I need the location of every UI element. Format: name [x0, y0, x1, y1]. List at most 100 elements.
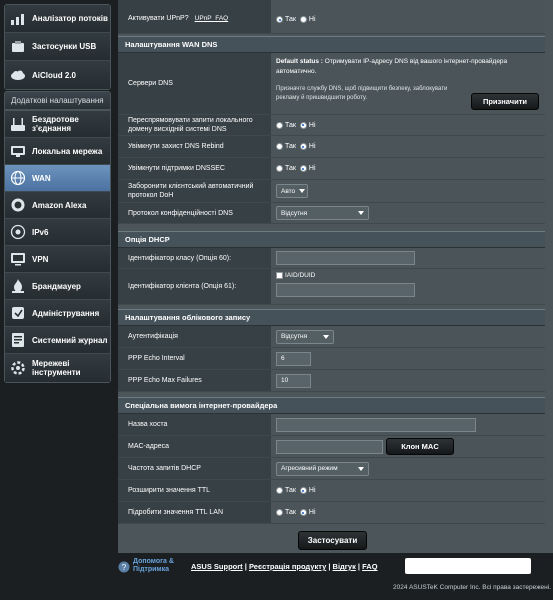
sidebar-item-wan[interactable]: WAN: [5, 165, 110, 192]
dns-servers-row: Сервери DNS Default status : Отримувати …: [118, 53, 545, 115]
sidebar-item-usb-apps[interactable]: Застосунки USB: [5, 33, 110, 61]
dnssec-yes-radio[interactable]: Так: [276, 165, 296, 172]
dns-default-status: Default status : Отримувати IP-адресу DN…: [276, 58, 508, 75]
spoof-ttl-label: Підробити значення TTL LAN: [118, 502, 271, 523]
iaid-duid-checkbox[interactable]: IAID/DUID: [276, 272, 545, 279]
sidebar-item-network-tools[interactable]: Мережеві інструменти: [5, 354, 110, 382]
sidebar-item-traffic-analyzer[interactable]: Аналізатор потоків: [5, 5, 110, 33]
footer: ? Допомога & Підтримка ASUS Support | Ре…: [118, 553, 553, 600]
spoof-ttl-yes-radio[interactable]: Так: [276, 509, 296, 516]
extend-ttl-no-radio[interactable]: Ні: [299, 487, 316, 494]
account-settings-title: Налаштування облікового запису: [118, 309, 545, 326]
doh-select[interactable]: Авто: [276, 184, 308, 198]
isp-title: Спеціальна вимога інтернет-провайдера: [118, 397, 545, 414]
sidebar-item-syslog[interactable]: Системний журнал: [5, 327, 110, 354]
asus-support-link[interactable]: ASUS Support: [191, 562, 243, 571]
sidebar-item-label: Мережеві інструменти: [32, 359, 81, 377]
sidebar-item-lan[interactable]: Локальна мережа: [5, 138, 110, 165]
sidebar-item-alexa[interactable]: Amazon Alexa: [5, 192, 110, 219]
sidebar-item-label: WAN: [32, 173, 51, 183]
client-id-label: Ідентифікатор клієнта (Опція 61):: [118, 269, 271, 304]
account-settings-section: Налаштування облікового запису Аутентифі…: [118, 309, 545, 392]
hostname-input[interactable]: [276, 417, 476, 432]
checkbox-box: [276, 272, 283, 279]
extend-ttl-label: Розширити значення TTL: [118, 480, 271, 501]
sidebar-item-wireless[interactable]: Бездротове з'єднання: [5, 111, 110, 138]
footer-search-input[interactable]: [405, 558, 531, 574]
upnp-panel: Активувати UPnP? UPnP_FAQ Так Ні: [118, 0, 545, 34]
sidebar-item-label: VPN: [32, 254, 49, 264]
echo-interval-row: PPP Echo Interval 6: [118, 348, 545, 370]
admin-icon: [9, 304, 27, 322]
sidebar-item-label: Адміністрування: [32, 308, 100, 318]
svg-text:?: ?: [122, 563, 127, 572]
class-id-label: Ідентифікатор класу (Опція 60):: [118, 248, 271, 268]
dnssec-row: Увімкнути підтримки DNSSEC Так Ні: [118, 158, 545, 180]
extend-ttl-yes-radio[interactable]: Так: [276, 487, 296, 494]
vpn-icon: [9, 250, 27, 268]
dnssec-no-radio[interactable]: Ні: [299, 165, 316, 172]
echo-interval-input[interactable]: 6: [276, 351, 311, 366]
mac-row: MAC-адреса Клон MAC: [118, 436, 545, 458]
auth-row: Аутентифікація Відсутня: [118, 326, 545, 348]
upnp-label: Активувати UPnP?: [128, 15, 189, 22]
assign-dns-button[interactable]: Призначити: [471, 93, 539, 110]
sidebar-item-firewall[interactable]: Брандмауер: [5, 273, 110, 300]
echo-failures-input[interactable]: 10: [276, 373, 311, 388]
dns-servers-label: Сервери DNS: [118, 53, 271, 114]
client-id-input[interactable]: [276, 283, 415, 297]
apply-button[interactable]: Застосувати: [298, 531, 367, 550]
sidebar-item-administration[interactable]: Адміністрування: [5, 300, 110, 327]
dns-redirect-row: Переспрямовувати запити локального домен…: [118, 115, 545, 136]
doh-row: Заборонити клієнтський автоматичний прот…: [118, 180, 545, 203]
sidebar-item-aicloud[interactable]: AiCloud 2.0: [5, 61, 110, 89]
help-support[interactable]: ? Допомога & Підтримка: [118, 558, 181, 574]
chevron-down-icon: [323, 334, 329, 339]
sidebar-item-label: Локальна мережа: [32, 146, 103, 156]
chevron-down-icon: [358, 211, 364, 215]
extend-ttl-row: Розширити значення TTL Так Ні: [118, 480, 545, 502]
product-registration-link[interactable]: Реєстрація продукту: [249, 562, 326, 571]
general-menu: Аналізатор потоків Застосунки USB AiClou…: [4, 4, 111, 90]
firewall-icon: [9, 277, 27, 295]
lan-icon: [9, 142, 27, 160]
auth-select[interactable]: Відсутня: [276, 329, 334, 344]
dns-rebind-yes-radio[interactable]: Так: [276, 143, 296, 150]
sidebar: Аналізатор потоків Застосунки USB AiClou…: [0, 0, 115, 600]
spoof-ttl-no-radio[interactable]: Ні: [299, 509, 316, 516]
chevron-down-icon: [358, 466, 364, 471]
hostname-row: Назва хоста: [118, 414, 545, 436]
dns-redirect-yes-radio[interactable]: Так: [276, 121, 296, 129]
dnssec-label: Увімкнути підтримки DNSSEC: [118, 158, 271, 179]
dns-privacy-label: Протокол конфіденційності DNS: [118, 203, 271, 223]
mac-input[interactable]: [276, 439, 383, 454]
upnp-faq-link[interactable]: UPnP_FAQ: [195, 14, 229, 23]
dns-rebind-no-radio[interactable]: Ні: [299, 143, 316, 150]
sidebar-item-ipv6[interactable]: IPv6: [5, 219, 110, 246]
auth-label: Аутентифікація: [118, 326, 271, 347]
wireless-icon: [9, 115, 27, 133]
dhcp-option-section: Опція DHCP Ідентифікатор класу (Опція 60…: [118, 231, 545, 305]
dns-redirect-no-radio[interactable]: Ні: [299, 121, 316, 129]
advanced-menu: Бездротове з'єднання Локальна мережа WAN…: [4, 110, 111, 383]
sidebar-item-vpn[interactable]: VPN: [5, 246, 110, 273]
feedback-link[interactable]: Відгук: [333, 562, 356, 571]
upnp-no-radio[interactable]: Ні: [299, 16, 316, 23]
search-icon[interactable]: [532, 559, 546, 573]
dhcp-freq-select[interactable]: Агресивний режим: [276, 461, 369, 476]
upnp-yes-radio[interactable]: Так: [276, 16, 296, 23]
sidebar-item-label: Брандмауер: [32, 281, 81, 291]
clone-mac-button[interactable]: Клон MAC: [386, 438, 454, 455]
faq-link[interactable]: FAQ: [362, 562, 377, 571]
class-id-row: Ідентифікатор класу (Опція 60):: [118, 248, 545, 269]
sidebar-item-label: Amazon Alexa: [32, 200, 87, 210]
class-id-input[interactable]: [276, 251, 415, 265]
dns-rebind-label: Увімкнути захист DNS Rebind: [118, 136, 271, 157]
spoof-ttl-row: Підробити значення TTL LAN Так Ні: [118, 502, 545, 524]
dns-privacy-select[interactable]: Відсутня: [276, 206, 369, 220]
client-id-row: Ідентифікатор клієнта (Опція 61): IAID/D…: [118, 269, 545, 305]
chevron-down-icon: [299, 189, 306, 193]
dns-redirect-label: Переспрямовувати запити локального домен…: [118, 115, 271, 135]
dns-hint-text: Призначте службу DNS, щоб підвищити безп…: [276, 86, 448, 101]
isp-section: Спеціальна вимога інтернет-провайдера На…: [118, 397, 545, 524]
